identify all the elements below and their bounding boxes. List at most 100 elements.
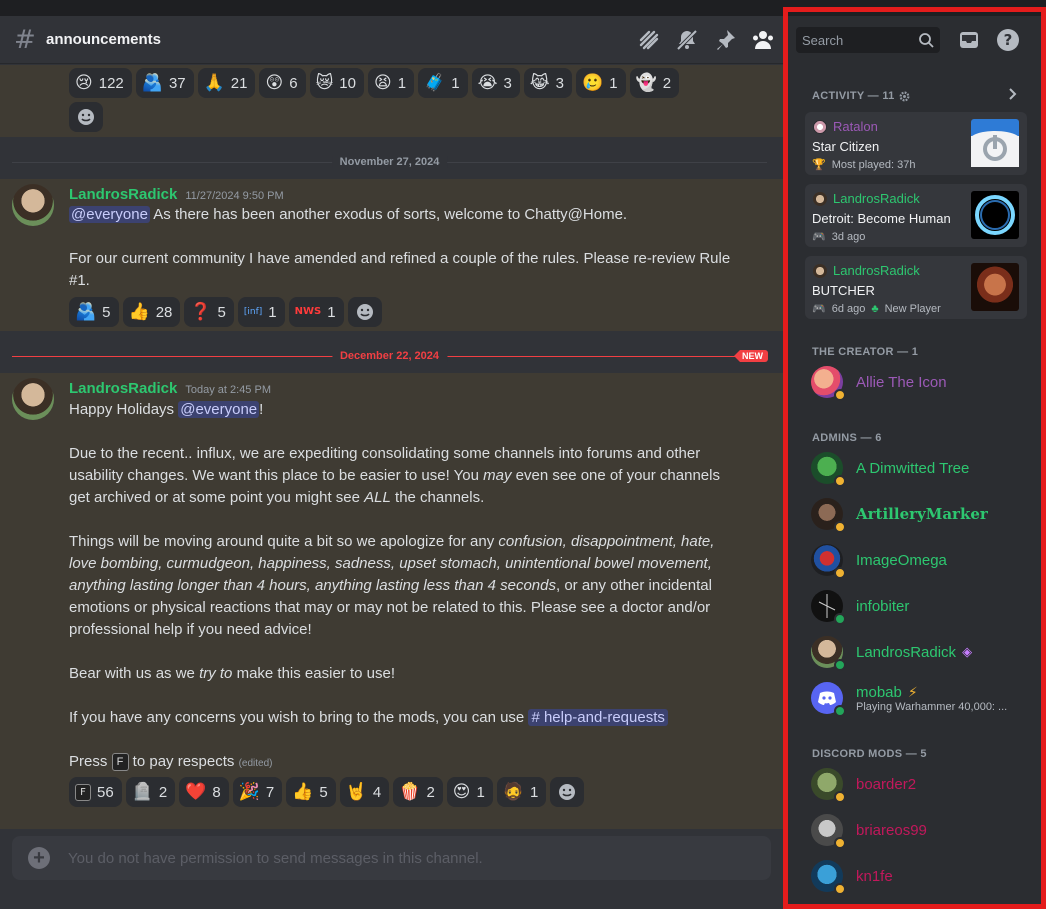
- reaction-count: 7: [265, 783, 275, 801]
- search-placeholder: Search: [802, 32, 844, 48]
- new-player-icon: ♣: [871, 302, 879, 315]
- reaction-metal[interactable]: 🤘 4: [339, 777, 390, 807]
- reaction-headstone[interactable]: 🪦 2: [125, 777, 176, 807]
- reaction-custom-face[interactable]: 🧔 1: [496, 777, 547, 807]
- avatar[interactable]: [12, 184, 54, 226]
- reaction-luggage[interactable]: 🧳 1: [418, 68, 468, 98]
- reaction-count: 4: [372, 783, 382, 801]
- member-item[interactable]: boarder2: [811, 768, 916, 803]
- reaction-heart[interactable]: ❤️ 8: [179, 777, 229, 807]
- reaction-count: 5: [319, 783, 328, 801]
- activity-card[interactable]: Ratalon Star Citizen 🏆 Most played: 37h: [805, 112, 1027, 175]
- reaction-emoji: 🤘: [345, 781, 367, 802]
- date-divider-label: November 27, 2024: [331, 156, 448, 168]
- gear-icon[interactable]: [899, 91, 910, 102]
- activity-card[interactable]: LandrosRadick BUTCHER 🎮 6d ago ♣ New Player: [805, 256, 1027, 319]
- reaction-count: 5: [217, 303, 226, 321]
- activity-extra: New Player: [884, 302, 941, 315]
- avatar: [811, 498, 846, 533]
- members-icon[interactable]: [751, 28, 775, 52]
- message-author[interactable]: LandrosRadick: [69, 186, 177, 203]
- reaction-emoji: 🧔: [502, 781, 525, 802]
- member-item[interactable]: ArtilleryMarker: [811, 498, 988, 533]
- chevron-right-icon[interactable]: [1005, 87, 1019, 106]
- add-reaction-icon: [559, 784, 576, 800]
- avatar: [811, 768, 846, 803]
- member-item[interactable]: mobab ⚡ Playing Warhammer 40,000: ...: [811, 682, 1007, 717]
- reaction-popcorn[interactable]: 🍿 2: [393, 777, 443, 807]
- member-list[interactable]: ACTIVITY — 11 Ratalon Star Citizen 🏆 Most…: [783, 65, 1046, 909]
- avatar: [811, 860, 846, 895]
- activity-meta: 3d ago: [831, 230, 866, 243]
- reaction-pray[interactable]: 🙏 21: [197, 68, 256, 98]
- reaction-hug[interactable]: 🫂 37: [135, 68, 194, 98]
- add-reaction-button[interactable]: [69, 102, 103, 132]
- member-name: ImageOmega: [856, 551, 947, 569]
- threads-icon[interactable]: [637, 28, 661, 52]
- everyone-mention[interactable]: @everyone: [178, 401, 260, 418]
- add-reaction-icon: [356, 304, 373, 320]
- member-item[interactable]: LandrosRadick ◈: [811, 636, 972, 671]
- reaction-hug[interactable]: 🫂 5: [69, 297, 119, 327]
- idle-status-icon: [834, 837, 846, 849]
- member-name: infobiter: [856, 597, 910, 615]
- reaction-astonished[interactable]: 😲 6: [259, 68, 306, 98]
- reaction-emoji: 😫: [373, 72, 392, 93]
- member-item[interactable]: A Dimwitted Tree: [811, 452, 969, 487]
- online-status-icon: [834, 613, 846, 625]
- member-item[interactable]: kn1fe: [811, 860, 893, 895]
- reaction-thumbsup[interactable]: 👍 5: [286, 777, 336, 807]
- avatar: [811, 544, 846, 579]
- search-input[interactable]: Search: [796, 27, 940, 53]
- reaction-emoji: F: [75, 783, 91, 801]
- reaction-nws[interactable]: NWS 1: [288, 297, 344, 327]
- help-icon[interactable]: ?: [996, 28, 1020, 52]
- reaction-emoji: 👻: [635, 72, 657, 93]
- member-item[interactable]: ImageOmega: [811, 544, 947, 579]
- member-item[interactable]: Allie The Icon: [811, 366, 947, 401]
- activity-card[interactable]: LandrosRadick Detroit: Become Human 🎮 3d …: [805, 184, 1027, 247]
- reaction-ghost[interactable]: 👻 2: [629, 68, 680, 98]
- message-list[interactable]: 😢 122 🫂 37 🙏 21 😲 6 😿 10 😫 1 🧳 1 😭 3 😹 3 🥲 1 👻 2 No…: [0, 65, 783, 833]
- avatar[interactable]: [12, 378, 54, 420]
- reaction-tada[interactable]: 🎉 7: [232, 777, 283, 807]
- add-reaction-button[interactable]: [347, 297, 382, 327]
- reaction-joy-cat[interactable]: 😹 3: [523, 68, 573, 98]
- activity-user: LandrosRadick: [833, 191, 920, 206]
- activity-game: Star Citizen: [812, 139, 880, 154]
- add-reaction-button[interactable]: [550, 777, 585, 807]
- reaction-cry[interactable]: 😢 122: [69, 68, 132, 98]
- reaction-sob[interactable]: 😭 3: [471, 68, 520, 98]
- member-item[interactable]: briareos99: [811, 814, 927, 849]
- message-author[interactable]: LandrosRadick: [69, 380, 177, 397]
- reaction-emoji: ❓: [190, 301, 212, 322]
- everyone-mention[interactable]: @everyone: [69, 206, 150, 223]
- reaction-question[interactable]: ❓ 5: [184, 297, 234, 327]
- channel-mention-link[interactable]: # help-and-requests: [528, 709, 668, 726]
- member-item[interactable]: infobiter: [811, 590, 910, 625]
- idle-status-icon: [834, 791, 846, 803]
- reaction-smile-tear[interactable]: 🥲 1: [576, 68, 626, 98]
- new-badge: NEW: [734, 350, 768, 362]
- game-thumbnail: [971, 191, 1019, 239]
- reaction-inf[interactable]: [inf] 1: [237, 297, 285, 327]
- reaction-f-key[interactable]: F 56: [69, 777, 122, 807]
- reaction-crying-cat[interactable]: 😿 10: [309, 68, 364, 98]
- reaction-emoji: 😭: [477, 72, 498, 93]
- reaction-count: 2: [662, 74, 672, 92]
- gamepad-icon: 🎮: [812, 231, 826, 243]
- message-text-italic: try to: [199, 665, 233, 682]
- reaction-heart-eyes[interactable]: 😍 1: [446, 777, 493, 807]
- pin-icon[interactable]: [713, 28, 737, 52]
- reaction-count: 10: [339, 74, 356, 92]
- add-reaction-icon: [78, 109, 94, 125]
- reaction-tired[interactable]: 😫 1: [367, 68, 415, 98]
- date-divider-label: December 22, 2024: [331, 350, 448, 362]
- date-divider: November 27, 2024: [12, 156, 767, 168]
- composer-placeholder: You do not have permission to send messa…: [68, 849, 483, 867]
- message2-reactions: F 56 🪦 2 ❤️ 8 🎉 7 👍 5 🤘 4 🍿 2 😍 1 🧔 1: [69, 777, 709, 807]
- mute-icon[interactable]: [675, 28, 699, 52]
- reaction-thumbsup[interactable]: 👍 28: [122, 297, 181, 327]
- inbox-icon[interactable]: [957, 28, 981, 52]
- svg-text:?: ?: [1004, 31, 1013, 49]
